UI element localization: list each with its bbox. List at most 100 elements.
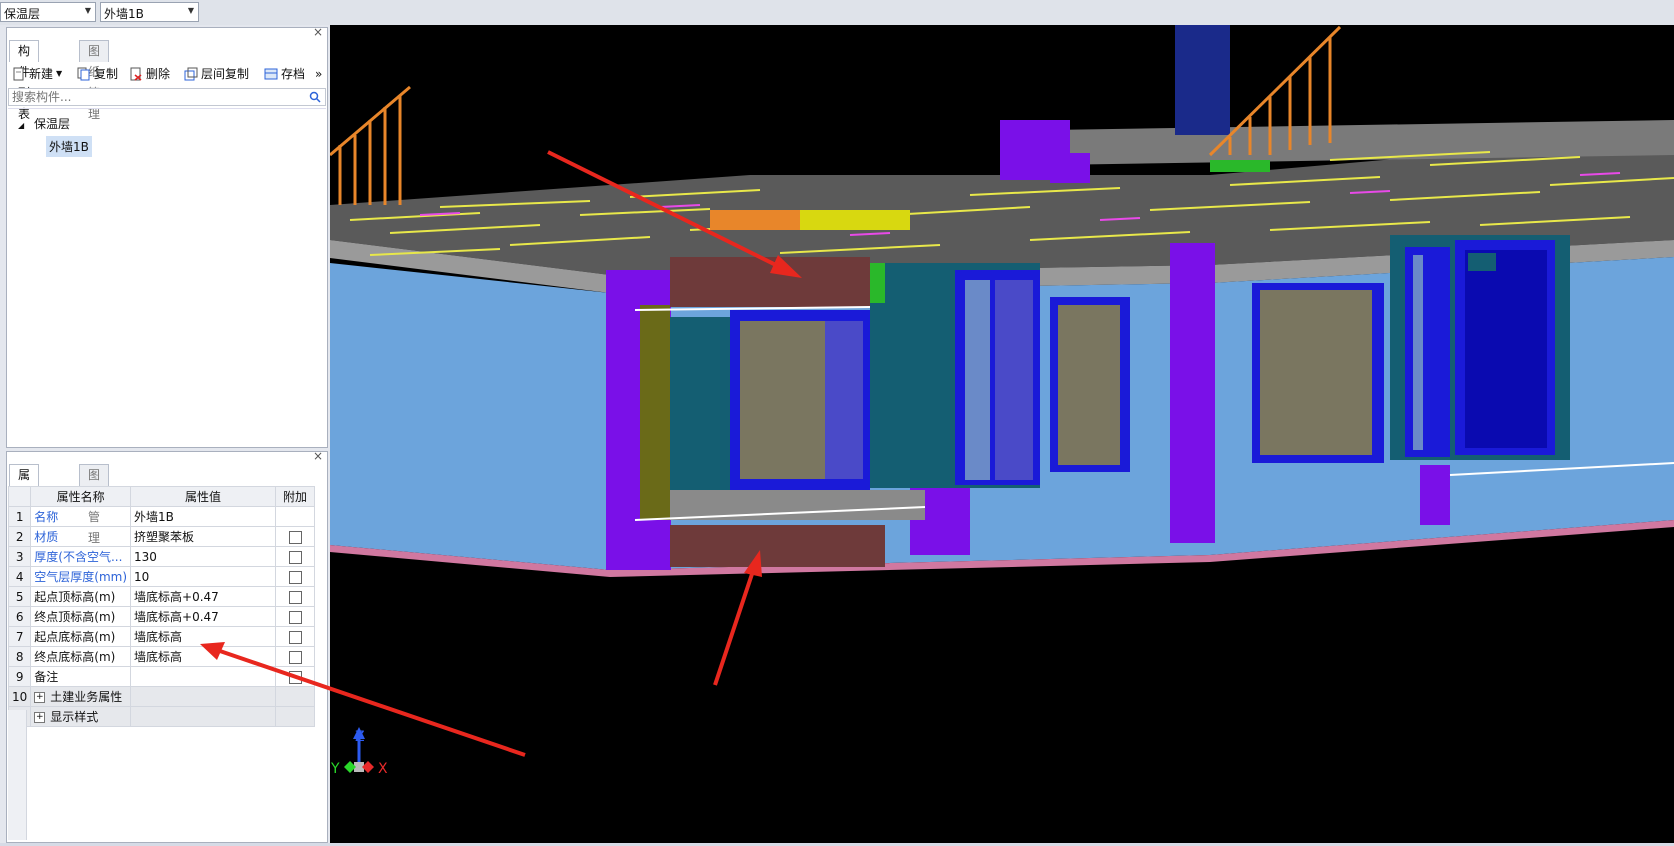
window-4-glass [1260,290,1372,455]
chimney-shaft [1175,25,1230,135]
bay-window-2-pane-b [995,280,1033,480]
row-number: 5 [7,586,32,607]
roof-opening-orange [710,210,800,230]
property-value[interactable]: 墙底标高+0.47 [130,606,277,627]
row-number: 8 [7,646,32,667]
add-cell [275,686,316,707]
property-value [130,686,277,707]
tree-item-label: 外墙1B [49,140,89,154]
property-group-name[interactable]: + 显示样式 [30,706,132,727]
close-icon[interactable]: × [313,25,323,39]
property-group-name[interactable]: + 土建业务属性 [30,686,132,707]
add-checkbox[interactable] [288,670,302,684]
property-row[interactable]: 4 空气层厚度(mm) 10 [7,566,316,587]
search-input[interactable] [9,89,305,104]
tab-property-list[interactable]: 属性列表 [9,464,40,545]
tree-item-exterior-wall-1b[interactable]: 外墙1B [46,136,92,157]
add-checkbox[interactable] [288,530,302,544]
property-group-row[interactable]: 14+显示样式 [7,706,316,727]
floor-copy-icon [184,67,198,81]
property-value[interactable]: 墙底标高 [130,646,277,667]
floor-copy-button[interactable]: 层间复制 [184,65,249,83]
tab-layer-management[interactable]: 图层管理 [79,464,110,545]
add-checkbox[interactable] [288,650,302,664]
delete-button[interactable]: 删除 [129,65,170,83]
stair-railing-left [329,85,411,205]
roof-opening-yellow [800,210,910,230]
property-value[interactable] [130,666,277,687]
floor-copy-button-label: 层间复制 [201,67,250,81]
expand-triangle-icon[interactable]: ◢ [18,121,24,130]
expand-plus-icon[interactable]: + [34,712,46,723]
component-search [8,88,326,106]
add-cell [275,546,316,567]
delete-button-label: 删除 [146,67,171,81]
property-value[interactable]: 10 [130,566,277,587]
property-row[interactable]: 1 名称 外墙1B [7,506,316,527]
bay-window-1-pane [825,321,863,479]
property-name: 起点顶标高(m) [30,586,132,607]
bay-side-panel [640,305,670,520]
axis-label-y: Y [330,761,340,777]
expand-plus-icon[interactable]: + [34,692,46,703]
component-tree: ◢ 保温层 外墙1B [8,108,326,415]
3d-viewport[interactable]: Z Y X [329,25,1674,843]
property-value[interactable]: 130 [130,546,277,567]
add-cell [275,706,316,727]
tab-component-list[interactable]: 构件列表 [9,40,40,121]
row-number: 1 [7,506,32,527]
floor-select[interactable]: 保温层 ▼ [0,2,96,22]
search-icon[interactable] [309,91,321,103]
property-header-row: 属性名称 属性值 附加 [7,486,316,507]
copy-button[interactable]: 复制 [77,65,118,83]
add-checkbox[interactable] [288,590,302,604]
beam-bottom [670,525,885,567]
close-icon[interactable]: × [313,449,323,463]
tree-item-insulation-layer[interactable]: ◢ 保温层 [18,115,70,132]
property-row[interactable]: 2 材质 挤塑聚苯板 [7,526,316,547]
window-3-glass [1058,305,1120,465]
more-tools-button[interactable]: » [315,65,322,83]
row-gutter [8,710,27,840]
property-value[interactable]: 墙底标高 [130,626,277,647]
bay-window-2-green [870,263,885,303]
archive-button-label: 存档 [281,67,306,81]
top-toolbar: 保温层 ▼ 外墙1B ▼ [0,0,1674,26]
header-add: 附加 [275,486,316,507]
archive-button[interactable]: 存档 [264,65,305,83]
add-checkbox[interactable] [288,610,302,624]
add-cell [275,506,316,527]
row-number: 3 [7,546,32,567]
component-select[interactable]: 外墙1B ▼ [100,2,199,22]
column-3 [1420,465,1450,525]
property-group-row[interactable]: 10 + 土建业务属性 [7,686,316,707]
property-value[interactable]: 墙底标高+0.47 [130,586,277,607]
green-marker [1210,160,1270,172]
bay-window-3-pane-a [1413,255,1423,450]
building-3d-model[interactable]: Z Y X [329,25,1674,843]
add-checkbox[interactable] [288,570,302,584]
axis-label-z: Z [355,729,365,745]
new-button[interactable]: 新建 ▼ [12,65,62,83]
add-checkbox[interactable] [288,550,302,564]
property-value[interactable]: 挤塑聚苯板 [130,526,277,547]
property-row[interactable]: 8 终点底标高(m) 墙底标高 [7,646,316,667]
tab-drawing-management[interactable]: 图纸管理 [79,40,110,121]
row-number: 6 [7,606,32,627]
property-row[interactable]: 9 备注 [7,666,316,687]
add-cell [275,586,316,607]
property-row[interactable]: 6 终点顶标高(m) 墙底标高+0.47 [7,606,316,627]
add-checkbox[interactable] [288,630,302,644]
floor-select-value: 保温层 [4,7,41,21]
axis-gizmo: Z Y X [330,727,388,777]
row-number: 4 [7,566,32,587]
property-row[interactable]: 3 厚度(不含空气... 130 [7,546,316,567]
roof-column-small [1050,153,1090,183]
property-value[interactable]: 外墙1B [130,506,277,527]
property-name: 空气层厚度(mm) [30,566,132,587]
axis-label-x: X [378,761,388,777]
property-name: 厚度(不含空气... [30,546,132,567]
property-row[interactable]: 7 起点底标高(m) 墙底标高 [7,626,316,647]
bay-window-1-sill [670,490,925,520]
property-row[interactable]: 5 起点顶标高(m) 墙底标高+0.47 [7,586,316,607]
